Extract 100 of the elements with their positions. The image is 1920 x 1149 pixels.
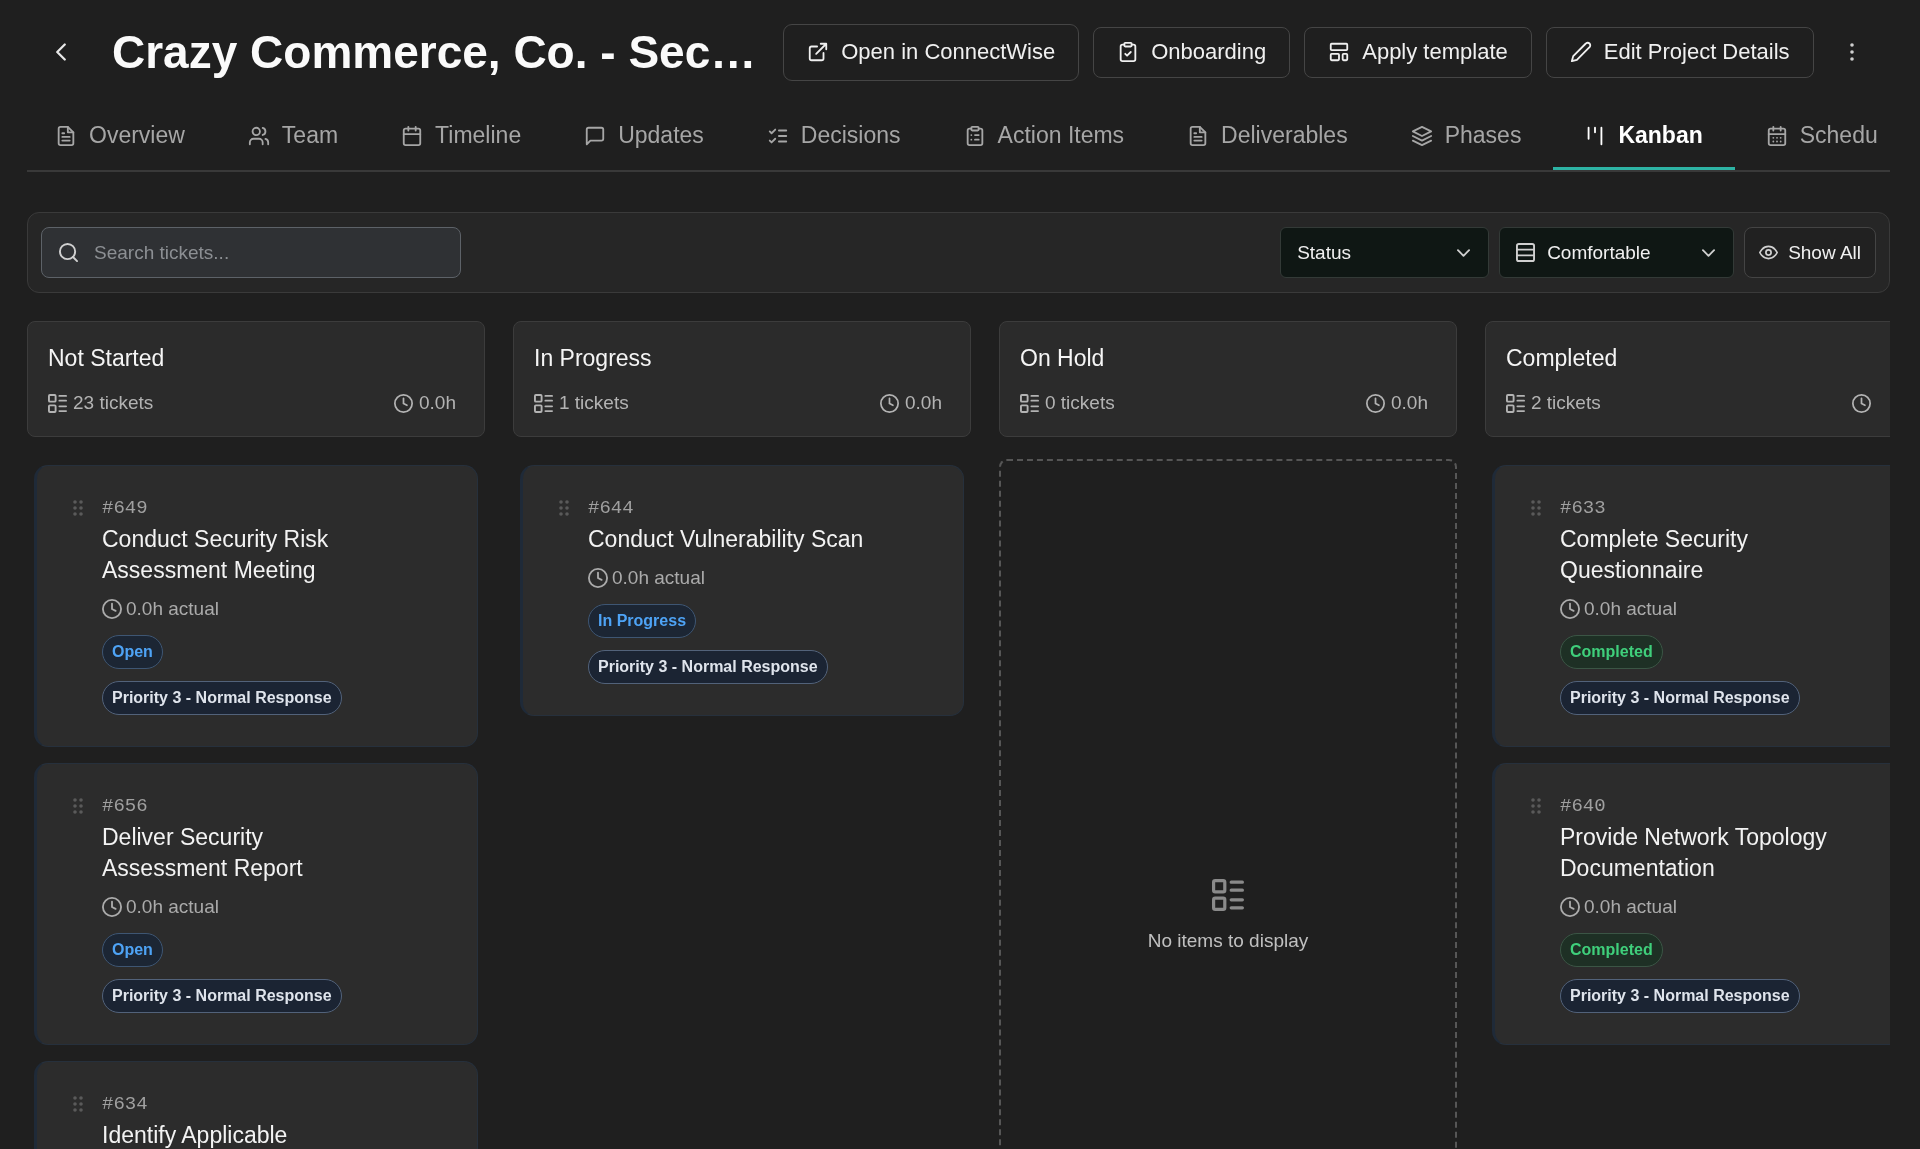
ticket-card[interactable]: #640 Provide Network Topology Documentation 0.0h actual Completed Priority 3 - Normal Response bbox=[1492, 763, 1890, 1045]
tab[interactable]: Kanban bbox=[1553, 104, 1735, 170]
actual-hours: 0.0h actual bbox=[126, 895, 219, 919]
tab[interactable]: Overview bbox=[27, 104, 217, 170]
column-title: Not Started bbox=[48, 344, 166, 372]
ticket-title: Identify Applicable bbox=[102, 1121, 288, 1149]
clock-icon bbox=[880, 393, 899, 413]
clock-icon bbox=[102, 599, 122, 619]
tab[interactable]: Schedu bbox=[1734, 104, 1910, 170]
ticket-card[interactable]: #633 Complete Security Questionnaire 0.0h actual Completed Priority 3 - Normal Response bbox=[1492, 465, 1890, 747]
priority-badge: Priority 3 - Normal Response bbox=[1560, 681, 1800, 715]
density-dropdown[interactable]: Comfortable bbox=[1499, 227, 1735, 278]
apply-template-button[interactable]: Apply template bbox=[1304, 26, 1532, 78]
people-icon bbox=[247, 124, 270, 147]
caret-icon bbox=[1457, 248, 1471, 257]
status-badge: In Progress bbox=[588, 604, 697, 638]
list-icon bbox=[534, 393, 553, 413]
ticket-count: 2 tickets bbox=[1531, 392, 1601, 414]
status-dropdown[interactable]: Status bbox=[1280, 227, 1490, 278]
eye-icon bbox=[1759, 243, 1779, 262]
drag-handle-icon[interactable] bbox=[73, 798, 83, 814]
column-title: Completed bbox=[1506, 344, 1619, 372]
drag-handle-icon[interactable] bbox=[73, 1096, 83, 1112]
hours-total: 0.0h bbox=[1391, 392, 1428, 414]
calendar-icon bbox=[1765, 124, 1788, 147]
status-badge: Completed bbox=[1560, 933, 1663, 967]
actual-hours: 0.0h actual bbox=[612, 566, 705, 590]
search-field[interactable]: Search tickets... bbox=[41, 227, 461, 278]
hours-total: 0.0h bbox=[905, 392, 942, 414]
ticket-title: Provide Network Topology Documentation bbox=[1560, 823, 1828, 883]
external-link-icon bbox=[807, 41, 830, 63]
clock-icon bbox=[102, 897, 122, 917]
list-icon bbox=[1020, 393, 1039, 413]
show-all-button[interactable]: Show All bbox=[1744, 227, 1876, 278]
hours-total: 0.0h bbox=[419, 392, 456, 414]
priority-badge: Priority 3 - Normal Response bbox=[1560, 979, 1800, 1013]
tab[interactable]: Action Items bbox=[932, 104, 1157, 170]
ticket-card[interactable]: #634 Identify Applicable bbox=[34, 1061, 478, 1149]
actual-hours: 0.0h actual bbox=[126, 597, 219, 621]
column-title: In Progress bbox=[534, 344, 653, 372]
calendar-icon bbox=[401, 124, 424, 147]
list-icon bbox=[48, 393, 67, 413]
tab[interactable]: Updates bbox=[553, 104, 736, 170]
edit-details-button[interactable]: Edit Project Details bbox=[1545, 26, 1814, 78]
ticket-card[interactable]: #656 Deliver Security Assessment Report 0.0h actual Open Priority 3 - Normal Response bbox=[34, 763, 478, 1045]
document-icon bbox=[55, 124, 77, 147]
ticket-count: 1 tickets bbox=[559, 392, 629, 414]
column-title: On Hold bbox=[1020, 344, 1106, 372]
ticket-number: #644 bbox=[588, 496, 634, 520]
tab[interactable]: Decisions bbox=[735, 104, 933, 170]
drag-handle-icon[interactable] bbox=[1531, 500, 1541, 516]
drag-handle-icon[interactable] bbox=[1531, 798, 1541, 814]
ticket-title: Conduct Vulnerability Scan bbox=[588, 525, 864, 554]
empty-message: No items to display bbox=[1147, 929, 1309, 953]
status-badge: Open bbox=[102, 635, 163, 669]
ticket-count: 23 tickets bbox=[73, 392, 154, 414]
open-external-button[interactable]: Open in ConnectWise bbox=[783, 23, 1080, 81]
tab[interactable]: Deliverables bbox=[1156, 104, 1380, 170]
clock-icon bbox=[394, 393, 413, 413]
ticket-count: 0 tickets bbox=[1045, 392, 1115, 414]
search-icon bbox=[59, 243, 78, 262]
more-options-icon[interactable] bbox=[1849, 43, 1854, 61]
actual-hours: 0.0h actual bbox=[1584, 895, 1677, 919]
clock-icon bbox=[1560, 897, 1580, 917]
ticket-title: Conduct Security Risk Assessment Meeting bbox=[102, 525, 330, 585]
caret-icon bbox=[1702, 248, 1716, 257]
clock-icon bbox=[1560, 599, 1580, 619]
ticket-card[interactable]: #649 Conduct Security Risk Assessment Meeting 0.0h actual Open Priority 3 - Normal Response bbox=[34, 465, 478, 747]
rows-icon bbox=[1516, 243, 1536, 262]
tab[interactable]: Team bbox=[216, 104, 371, 170]
drag-handle-icon[interactable] bbox=[559, 500, 569, 516]
priority-badge: Priority 3 - Normal Response bbox=[102, 979, 342, 1013]
ticket-number: #634 bbox=[102, 1092, 148, 1116]
ticket-card[interactable]: #644 Conduct Vulnerability Scan 0.0h actual In Progress Priority 3 - Normal Response bbox=[520, 465, 964, 716]
drag-handle-icon[interactable] bbox=[73, 500, 83, 516]
clock-icon bbox=[1852, 393, 1871, 413]
ticket-title: Deliver Security Assessment Report bbox=[102, 823, 304, 883]
ticket-number: #649 bbox=[102, 496, 148, 520]
priority-badge: Priority 3 - Normal Response bbox=[102, 681, 342, 715]
clock-icon bbox=[1366, 393, 1385, 413]
project-title: Crazy Commerce, Co. - Sec… bbox=[112, 25, 757, 79]
tab[interactable]: Timeline bbox=[370, 104, 554, 170]
back-icon[interactable] bbox=[56, 43, 66, 61]
ticket-number: #656 bbox=[102, 794, 148, 818]
pencil-icon bbox=[1569, 41, 1592, 63]
priority-badge: Priority 3 - Normal Response bbox=[588, 650, 828, 684]
template-icon bbox=[1328, 41, 1351, 63]
clock-icon bbox=[588, 568, 608, 588]
status-badge: Open bbox=[102, 933, 163, 967]
list-icon bbox=[1212, 879, 1244, 911]
list-icon bbox=[1506, 393, 1525, 413]
ticket-number: #640 bbox=[1560, 794, 1606, 818]
actual-hours: 0.0h actual bbox=[1584, 597, 1677, 621]
ticket-number: #633 bbox=[1560, 496, 1606, 520]
layers-icon bbox=[1410, 124, 1433, 147]
tab[interactable]: Phases bbox=[1379, 104, 1554, 170]
onboarding-button[interactable]: Onboarding bbox=[1093, 26, 1291, 78]
speech-bubble-icon bbox=[584, 124, 607, 147]
ticket-title: Complete Security Questionnaire bbox=[1560, 525, 1749, 585]
status-badge: Completed bbox=[1560, 635, 1663, 669]
